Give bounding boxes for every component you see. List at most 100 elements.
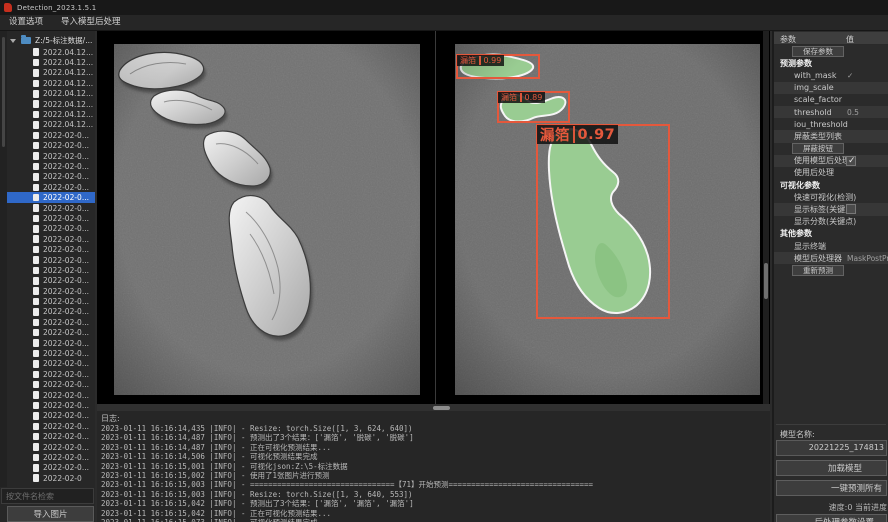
predict-all-button[interactable]: 一键预测所有 xyxy=(776,480,887,496)
param-value[interactable]: 0.5 xyxy=(847,108,859,117)
vertical-scrollbar-handle[interactable] xyxy=(764,263,768,299)
tree-item[interactable]: 2022-02-0... xyxy=(7,172,95,182)
param-checkbox[interactable] xyxy=(846,204,856,214)
tree-item[interactable]: 2022.04.12... xyxy=(7,120,95,130)
tree-item[interactable]: 2022-02-0... xyxy=(7,224,95,234)
param-row[interactable]: scale_factor scale_factor xyxy=(774,94,888,106)
param-row[interactable]: 显示终端 显示终端 xyxy=(774,240,888,252)
tree-item[interactable]: 2022-02-0... xyxy=(7,390,95,400)
tree-item[interactable]: 2022-02-0... xyxy=(7,442,95,452)
tree-item[interactable]: 2022-02-0... xyxy=(7,203,95,213)
tree-item[interactable]: 2022-02-0... xyxy=(7,338,95,348)
tree-item[interactable]: 2022-02-0... xyxy=(7,192,95,202)
tree-item[interactable]: 2022-02-0... xyxy=(7,400,95,410)
file-icon xyxy=(33,287,39,295)
tree-item[interactable]: 2022-02-0... xyxy=(7,255,95,265)
param-button[interactable]: 保存参数 xyxy=(792,46,844,57)
param-label: 屏蔽类型列表 xyxy=(794,131,842,142)
tree-item[interactable]: 2022-02-0... xyxy=(7,328,95,338)
param-row[interactable]: 屏蔽按钮 屏蔽按钮 xyxy=(774,143,888,155)
file-tree[interactable]: 2022.04.12... 2022.04.12... 2022.04.12..… xyxy=(7,47,95,487)
param-row[interactable]: 其他参数 其他参数 xyxy=(774,228,888,240)
vertical-scrollbar[interactable] xyxy=(763,31,769,404)
param-label: 预测参数 xyxy=(780,58,812,69)
tree-item[interactable]: 2022.04.12... xyxy=(7,99,95,109)
tree-item-label: 2022-02-0... xyxy=(43,443,89,452)
param-row[interactable]: 使用模型后处理 使用模型后处理 xyxy=(774,155,888,167)
param-row[interactable]: 保存参数 保存参数 xyxy=(774,45,888,57)
tree-scrollbar[interactable] xyxy=(0,31,7,487)
tree-item[interactable]: 2022-02-0... xyxy=(7,141,95,151)
tree-item-label: 2022-02-0... xyxy=(43,204,89,213)
param-row[interactable]: 模型后处理器 模型后处理器 MaskPostPro xyxy=(774,252,888,264)
raw-image-panel[interactable] xyxy=(114,44,420,395)
import-image-button[interactable]: 导入图片 xyxy=(7,506,94,522)
search-input[interactable] xyxy=(1,488,94,504)
tree-item[interactable]: 2022-02-0... xyxy=(7,286,95,296)
param-button[interactable]: 重新预测 xyxy=(792,265,844,276)
tree-item[interactable]: 2022-02-0... xyxy=(7,276,95,286)
param-row[interactable]: 可视化参数 可视化参数 xyxy=(774,179,888,191)
param-label: 显示终端 xyxy=(794,241,826,252)
tree-item[interactable]: 2022-02-0... xyxy=(7,431,95,441)
tree-item[interactable]: 2022-02-0... xyxy=(7,130,95,140)
tree-item[interactable]: 2022-02-0... xyxy=(7,265,95,275)
param-row[interactable]: 屏蔽类型列表 屏蔽类型列表 xyxy=(774,130,888,142)
horizontal-scrollbar[interactable] xyxy=(97,404,770,411)
tree-item[interactable]: 2022-02-0... xyxy=(7,359,95,369)
param-row[interactable]: with_mask with_mask ✓ xyxy=(774,69,888,81)
tree-item[interactable]: 2022-02-0... xyxy=(7,348,95,358)
model-name-field[interactable]: 20221225_174813 xyxy=(776,440,887,456)
tree-item[interactable]: 2022.04.12... xyxy=(7,47,95,57)
tree-item[interactable]: 2022-02-0... xyxy=(7,317,95,327)
divider xyxy=(776,424,886,425)
param-row[interactable]: 重新预测 重新预测 xyxy=(774,264,888,276)
tree-scrollbar-handle[interactable] xyxy=(2,37,5,147)
tree-item[interactable]: 2022.04.12... xyxy=(7,78,95,88)
postprocess-params-button[interactable]: 后处理参数设置 xyxy=(776,514,887,522)
param-checkbox[interactable] xyxy=(846,156,856,166)
param-row[interactable]: iou_threshold iou_threshold xyxy=(774,118,888,130)
param-row[interactable]: 使用后处理 使用后处理 xyxy=(774,167,888,179)
file-icon xyxy=(33,215,39,223)
param-button[interactable]: 屏蔽按钮 xyxy=(792,143,844,154)
horizontal-scrollbar-handle[interactable] xyxy=(433,406,450,410)
tree-item[interactable]: 2022-02-0... xyxy=(7,463,95,473)
param-row[interactable]: threshold threshold 0.5 xyxy=(774,106,888,118)
tree-item[interactable]: 2022-02-0... xyxy=(7,296,95,306)
param-row[interactable]: img_scale img_scale xyxy=(774,82,888,94)
param-row[interactable]: 显示标签(关键点) 显示标签(关键点) xyxy=(774,203,888,215)
tree-item[interactable]: 2022-02-0... xyxy=(7,234,95,244)
tree-item[interactable]: 2022-02-0... xyxy=(7,151,95,161)
param-row[interactable]: 预测参数 预测参数 xyxy=(774,57,888,69)
file-icon xyxy=(33,90,39,98)
tree-item[interactable]: 2022.04.12... xyxy=(7,109,95,119)
tree-item[interactable]: 2022-02-0... xyxy=(7,182,95,192)
tree-item[interactable]: 2022-02-0 xyxy=(7,473,95,483)
param-value[interactable]: ✓ xyxy=(847,71,853,80)
tree-item[interactable]: 2022.04.12... xyxy=(7,57,95,67)
log-panel[interactable]: 日志: 2023-01-11 16:16:14,435 |INFO| - Res… xyxy=(97,411,770,522)
tree-item[interactable]: 2022-02-0... xyxy=(7,307,95,317)
tree-item[interactable]: 2022-02-0... xyxy=(7,213,95,223)
expand-arrow-icon[interactable] xyxy=(10,39,16,43)
tree-root-item[interactable]: Z:/5-标注数据/... xyxy=(7,35,95,46)
tree-item[interactable]: 2022.04.12... xyxy=(7,68,95,78)
menu-item[interactable]: 设置选项 xyxy=(0,15,52,30)
detection-box[interactable] xyxy=(536,124,670,319)
tree-item[interactable]: 2022-02-0... xyxy=(7,411,95,421)
param-row[interactable]: 快速可视化(检测) 快速可视化(检测) xyxy=(774,191,888,203)
tree-item-label: 2022.04.12... xyxy=(43,79,93,88)
tree-item[interactable]: 2022-02-0... xyxy=(7,380,95,390)
tree-item[interactable]: 2022-02-0... xyxy=(7,452,95,462)
tree-item[interactable]: 2022-02-0... xyxy=(7,369,95,379)
param-value[interactable]: MaskPostPro xyxy=(847,254,888,263)
tree-item[interactable]: 2022-02-0... xyxy=(7,161,95,171)
tree-item[interactable]: 2022-02-0... xyxy=(7,421,95,431)
load-model-button[interactable]: 加载模型 xyxy=(776,460,887,476)
tree-item[interactable]: 2022.04.12... xyxy=(7,89,95,99)
tree-item[interactable]: 2022-02-0... xyxy=(7,244,95,254)
param-row[interactable]: 显示分数(关键点) 显示分数(关键点) xyxy=(774,216,888,228)
image-viewer[interactable]: 漏箔0.99 漏箔0.89 漏箔0.97 xyxy=(97,31,770,404)
menu-item[interactable]: 导入模型后处理 xyxy=(52,15,130,30)
